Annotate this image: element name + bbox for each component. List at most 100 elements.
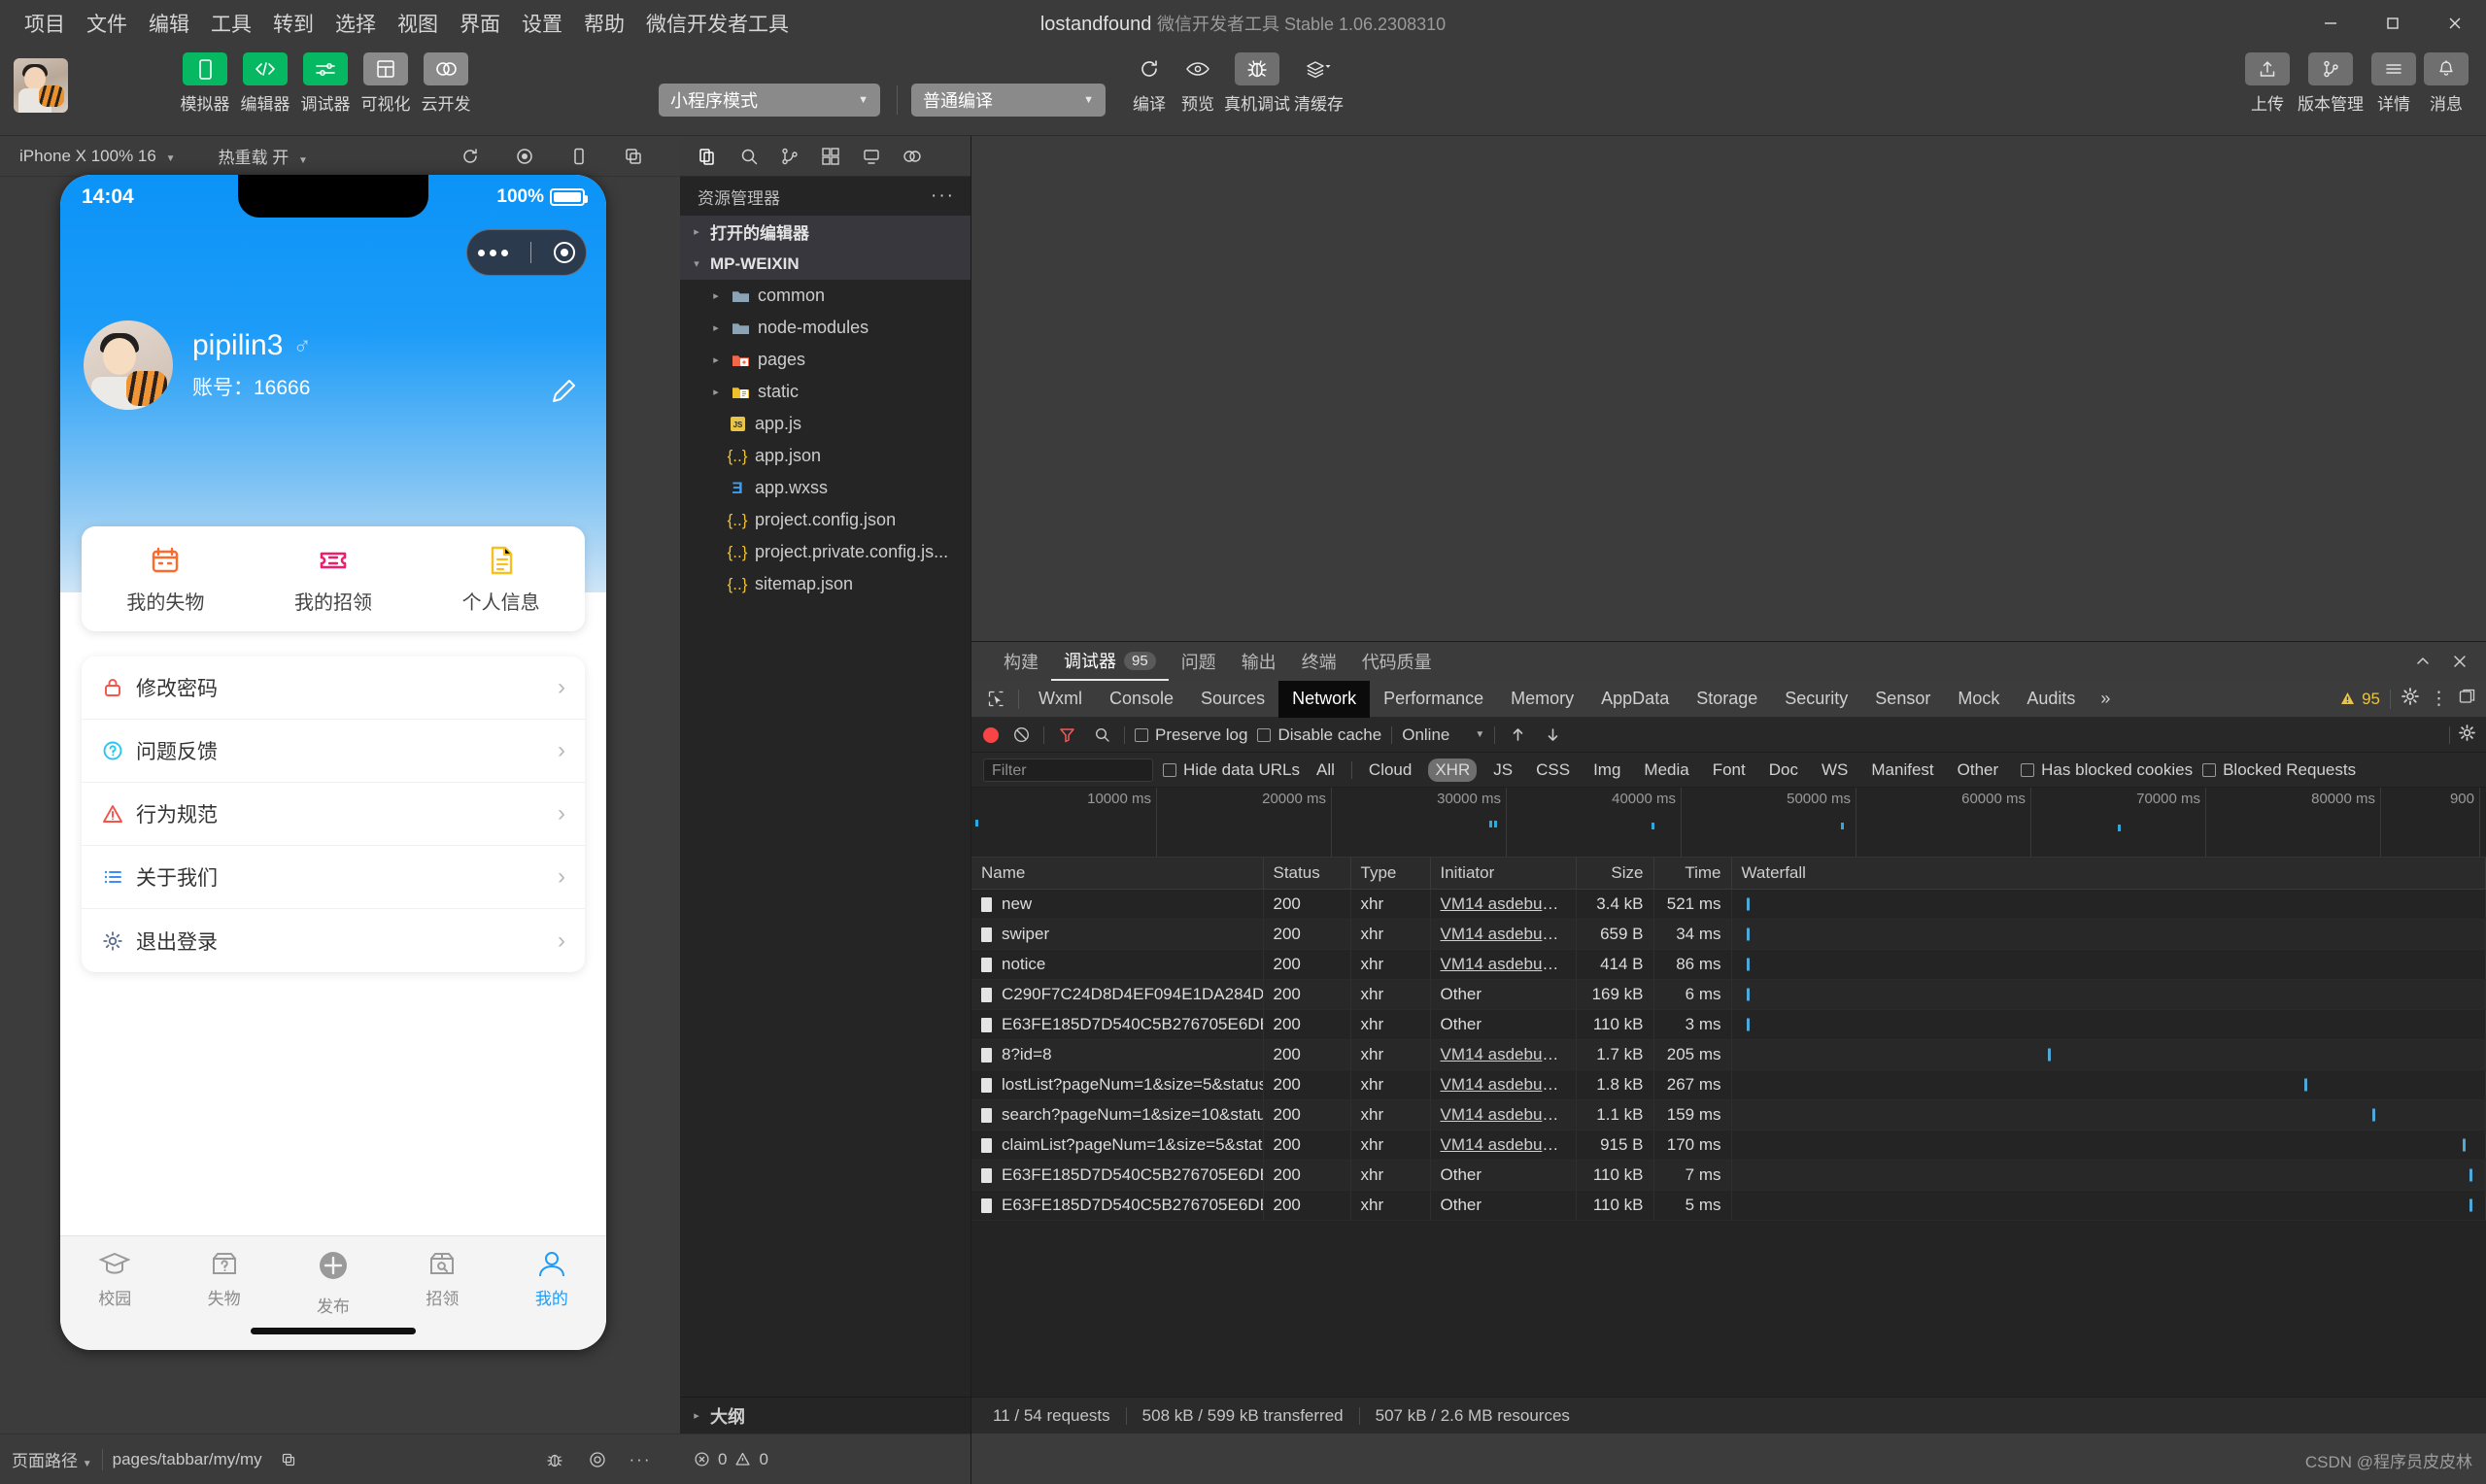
close-icon[interactable]	[2443, 647, 2476, 676]
table-row[interactable]: claimList?pageNum=1&size=5&status=0&bySt…	[971, 1130, 2486, 1161]
hot-reload-select[interactable]: 热重载 开 ▼	[210, 141, 315, 171]
panel-tab-terminal[interactable]: 终端	[1289, 642, 1349, 681]
search-icon[interactable]	[731, 140, 767, 173]
filter-type-media[interactable]: Media	[1637, 759, 1695, 782]
tree-item-app-js[interactable]: JS app.js	[680, 408, 971, 440]
column-name[interactable]: Name	[971, 858, 1264, 890]
list-item-about-us[interactable]: 关于我们 ›	[82, 846, 585, 909]
real-device-debug-button[interactable]: 真机调试	[1224, 52, 1290, 115]
menu-item-devtools[interactable]: 微信开发者工具	[635, 5, 800, 42]
warning-indicator[interactable]: 95	[2339, 690, 2380, 709]
toolbar-editor-button[interactable]: 编辑器	[240, 52, 290, 115]
page-path-select[interactable]: 页面路径 ▼	[12, 1447, 92, 1471]
tab-mock[interactable]: Mock	[1944, 681, 2013, 718]
explorer-outline-section[interactable]: ▸ 大纲	[680, 1397, 971, 1433]
tree-item-pages[interactable]: ▸ pages	[680, 344, 971, 376]
list-item-change-password[interactable]: 修改密码 ›	[82, 657, 585, 720]
close-button[interactable]	[2424, 0, 2486, 47]
details-button[interactable]: 详情	[2371, 52, 2416, 115]
maximize-button[interactable]	[2362, 0, 2424, 47]
dock-panel-icon[interactable]	[2458, 688, 2476, 711]
menu-item-file[interactable]: 文件	[76, 5, 138, 42]
column-size[interactable]: Size	[1576, 858, 1654, 890]
filter-type-doc[interactable]: Doc	[1762, 759, 1805, 782]
filter-type-manifest[interactable]: Manifest	[1864, 759, 1940, 782]
gear-icon[interactable]	[2458, 724, 2476, 747]
tree-item-common[interactable]: ▸ common	[680, 280, 971, 312]
clear-cache-button[interactable]: 清缓存	[1294, 52, 1344, 115]
menu-item-select[interactable]: 选择	[324, 5, 387, 42]
menu-item-edit[interactable]: 编辑	[138, 5, 200, 42]
inspect-cursor-icon[interactable]	[979, 685, 1012, 714]
menu-item-goto[interactable]: 转到	[262, 5, 324, 42]
menu-item-help[interactable]: 帮助	[573, 5, 635, 42]
copy-icon[interactable]	[272, 1445, 305, 1474]
filter-type-other[interactable]: Other	[1951, 759, 2006, 782]
filter-input[interactable]: Filter	[983, 758, 1153, 782]
tabs-overflow-icon[interactable]: »	[2089, 689, 2122, 709]
cloud-icon[interactable]	[894, 140, 931, 173]
error-circle-icon[interactable]	[694, 1450, 710, 1469]
table-row[interactable]: 8?id=8 200 xhr VM14 asdebug.js:1 1.7 kB …	[971, 1039, 2486, 1070]
card-my-found[interactable]: 我的招领	[294, 543, 372, 615]
rotate-icon[interactable]	[452, 141, 489, 172]
panel-tab-output[interactable]: 输出	[1229, 642, 1289, 681]
tab-appdata[interactable]: AppData	[1587, 681, 1683, 718]
toolbar-visual-button[interactable]: 可视化	[360, 52, 411, 115]
tab-network[interactable]: Network	[1278, 680, 1371, 718]
filter-type-img[interactable]: Img	[1586, 759, 1627, 782]
menu-item-view[interactable]: 视图	[387, 5, 449, 42]
column-type[interactable]: Type	[1350, 858, 1431, 890]
blocked-requests-checkbox[interactable]: Blocked Requests	[2202, 760, 2356, 780]
preserve-log-checkbox[interactable]: Preserve log	[1135, 725, 1247, 745]
download-arrow-icon[interactable]	[1540, 723, 1565, 748]
card-personal-info[interactable]: 个人信息	[462, 543, 540, 615]
tree-item-project-config[interactable]: {..} project.config.json	[680, 504, 971, 536]
debug-icon[interactable]	[853, 140, 890, 173]
table-row[interactable]: E63FE185D7D540C5B276705E6DB8364D.jpg 200…	[971, 1009, 2486, 1040]
ellipsis-icon[interactable]: ···	[624, 1445, 657, 1474]
preview-button[interactable]: 预览	[1175, 52, 1220, 115]
bug-outline-icon[interactable]	[538, 1445, 571, 1474]
version-control-button[interactable]: 版本管理	[2298, 52, 2364, 115]
extensions-icon[interactable]	[812, 140, 849, 173]
source-control-icon[interactable]	[771, 140, 808, 173]
table-row[interactable]: notice 200 xhr VM14 asdebug.js:1 414 B 8…	[971, 949, 2486, 980]
tab-audits[interactable]: Audits	[2013, 681, 2089, 718]
record-circle-icon[interactable]	[581, 1445, 614, 1474]
toolbar-debugger-button[interactable]: 调试器	[300, 52, 351, 115]
panel-tab-build[interactable]: 构建	[991, 642, 1051, 681]
menu-item-settings[interactable]: 设置	[511, 5, 573, 42]
gear-icon[interactable]	[2401, 687, 2420, 711]
list-item-logout[interactable]: 退出登录 ›	[82, 909, 585, 972]
user-avatar[interactable]	[14, 58, 68, 113]
filter-type-font[interactable]: Font	[1706, 759, 1753, 782]
warning-triangle-icon[interactable]	[734, 1450, 751, 1469]
upload-arrow-icon[interactable]	[1505, 723, 1530, 748]
tab-sources[interactable]: Sources	[1187, 681, 1278, 718]
disable-cache-checkbox[interactable]: Disable cache	[1257, 725, 1381, 745]
tab-storage[interactable]: Storage	[1683, 681, 1771, 718]
messages-button[interactable]: 消息	[2424, 52, 2469, 115]
tab-memory[interactable]: Memory	[1497, 681, 1587, 718]
upload-button[interactable]: 上传	[2245, 52, 2290, 115]
tab-console[interactable]: Console	[1096, 681, 1187, 718]
record-icon[interactable]	[506, 141, 543, 172]
search-icon[interactable]	[1089, 723, 1114, 748]
column-status[interactable]: Status	[1263, 858, 1351, 890]
filter-type-js[interactable]: JS	[1486, 759, 1519, 782]
card-my-lost[interactable]: 我的失物	[126, 543, 204, 615]
chevron-up-icon[interactable]	[2406, 647, 2439, 676]
tree-item-app-json[interactable]: {..} app.json	[680, 440, 971, 472]
tree-item-static[interactable]: ▸ static	[680, 376, 971, 408]
tree-item-app-wxss[interactable]: Ǝ app.wxss	[680, 472, 971, 504]
tree-item-node-modules[interactable]: ▸ node-modules	[680, 312, 971, 344]
column-initiator[interactable]: Initiator	[1430, 858, 1577, 890]
explorer-section-project[interactable]: ▾ MP-WEIXIN	[680, 248, 971, 280]
device-icon[interactable]	[561, 141, 597, 172]
tree-item-project-private-config[interactable]: {..} project.private.config.js...	[680, 536, 971, 568]
filter-type-cloud[interactable]: Cloud	[1362, 759, 1418, 782]
tabbar-item-found[interactable]: 招领	[388, 1248, 496, 1309]
table-row[interactable]: C290F7C24D8D4EF094E1DA284DB7BF24.jpg 200…	[971, 979, 2486, 1010]
explorer-more-icon[interactable]: ···	[931, 186, 955, 207]
